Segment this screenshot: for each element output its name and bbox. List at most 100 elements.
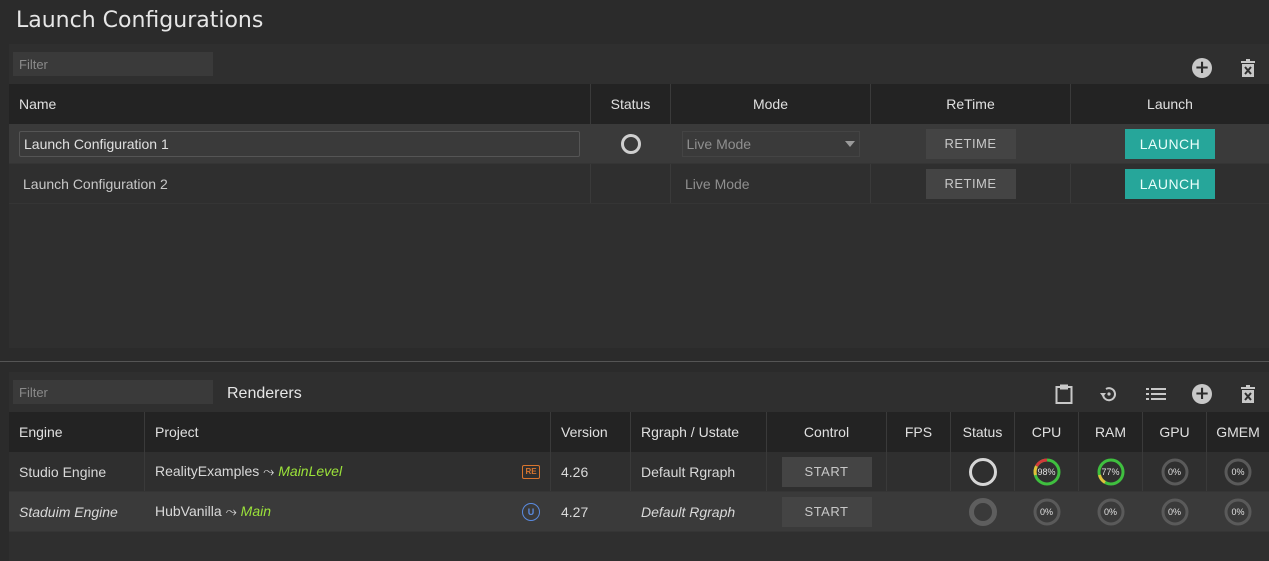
gpu-value: 0% [1167,466,1181,477]
launch-button[interactable]: LAUNCH [1125,168,1215,199]
gmem-value: 0% [1231,506,1245,517]
page-title: Launch Configurations [16,8,264,33]
gmem-cell: 0% [1207,452,1269,491]
project-cell: RealityExamples ⤳ MainLevel RE [145,452,551,491]
list-view-button[interactable] [1144,382,1168,406]
gmem-cell: 0% [1207,492,1269,531]
table-row[interactable]: Launch Configuration 2 Live Mode RETIME … [9,164,1269,204]
rgraph: Default Rgraph [631,492,767,531]
ram-value: 0% [1103,506,1117,517]
renderers-table-header: Engine Project Version Rgraph / Ustate C… [9,412,1269,452]
renderers-panel: Renderers + Engine Project [9,372,1269,561]
engine-name: Studio Engine [9,452,145,491]
column-header-status[interactable]: Status [591,84,671,124]
mode-dropdown-value: Live Mode [686,135,752,152]
column-header-cpu[interactable]: CPU [1015,412,1079,452]
gmem-gauge: 0% [1223,457,1253,487]
arrow-icon: ⤳ [225,503,237,519]
gpu-cell: 0% [1143,452,1207,491]
trash-icon [1241,385,1255,403]
mode-cell: Live Mode [671,124,871,163]
fps-value [887,492,951,531]
configuration-name-input[interactable] [19,130,580,157]
status-cell [591,124,671,163]
launch-cell: LAUNCH [1071,124,1269,163]
cpu-value: 0% [1039,506,1053,517]
ram-cell: 77% [1079,452,1143,491]
launch-cell: LAUNCH [1071,164,1269,203]
retime-cell: RETIME [871,164,1071,203]
project-name: RealityExamples ⤳ MainLevel [155,463,342,480]
column-header-control[interactable]: Control [767,412,887,452]
ram-value: 77% [1101,466,1120,477]
ram-cell: 0% [1079,492,1143,531]
mode-value: Live Mode [685,175,750,192]
column-header-rgraph[interactable]: Rgraph / Ustate [631,412,767,452]
column-header-fps[interactable]: FPS [887,412,951,452]
control-cell: START [767,452,887,491]
arrow-icon: ⤳ [263,463,275,479]
column-header-project[interactable]: Project [145,412,551,452]
column-header-gmem[interactable]: GMEM [1207,412,1269,452]
name-cell [9,124,591,163]
column-header-name[interactable]: Name [9,84,591,124]
ram-gauge: 0% [1096,497,1126,527]
add-configuration-button[interactable]: + [1190,56,1214,80]
launch-configurations-panel: + Name Status Mode ReTime Launch Live Mo… [9,44,1269,348]
column-header-retime[interactable]: ReTime [871,84,1071,124]
column-header-status[interactable]: Status [951,412,1015,452]
clipboard-button[interactable] [1052,382,1076,406]
configuration-name: Launch Configuration 2 [9,164,591,203]
retime-button[interactable]: RETIME [925,128,1016,159]
cpu-cell: 0% [1015,492,1079,531]
history-button[interactable] [1097,382,1121,406]
start-button[interactable]: START [781,456,872,487]
start-button[interactable]: START [781,496,872,527]
chevron-down-icon [844,140,855,147]
trash-icon [1241,59,1255,77]
reality-engine-icon: RE [522,464,540,479]
add-renderer-button[interactable]: + [1190,382,1214,406]
list-icon [1146,388,1166,400]
level-name: Main [240,503,272,519]
column-header-gpu[interactable]: GPU [1143,412,1207,452]
launch-filter-input[interactable] [13,52,213,76]
panel-divider[interactable] [0,361,1269,362]
column-header-ram[interactable]: RAM [1079,412,1143,452]
project-label: RealityExamples [155,463,260,479]
project-name: HubVanilla ⤳ Main [155,503,271,520]
retime-cell: RETIME [871,124,1071,163]
status-cell [591,164,671,203]
mode-dropdown[interactable]: Live Mode [681,130,860,157]
retime-button[interactable]: RETIME [925,168,1016,199]
rgraph: Default Rgraph [631,452,767,491]
status-indicator [620,133,641,154]
column-header-launch[interactable]: Launch [1071,84,1269,124]
delete-renderer-button[interactable] [1236,382,1260,406]
column-header-mode[interactable]: Mode [671,84,871,124]
table-row[interactable]: Staduim Engine HubVanilla ⤳ Main U 4.27 … [9,492,1269,532]
plus-icon: + [1192,58,1212,78]
table-row[interactable]: Live Mode RETIME LAUNCH [9,124,1269,164]
column-header-version[interactable]: Version [551,412,631,452]
delete-configuration-button[interactable] [1236,56,1260,80]
project-label: HubVanilla [155,503,222,519]
project-cell: HubVanilla ⤳ Main U [145,492,551,531]
status-indicator [968,457,997,486]
plus-icon: + [1192,384,1212,404]
launch-button[interactable]: LAUNCH [1125,128,1215,159]
cpu-value: 98% [1037,466,1056,477]
column-header-engine[interactable]: Engine [9,412,145,452]
mode-cell: Live Mode [671,164,871,203]
cpu-cell: 98% [1015,452,1079,491]
renderers-title: Renderers [227,385,302,402]
history-icon [1100,387,1116,402]
gpu-cell: 0% [1143,492,1207,531]
level-name: MainLevel [278,463,343,479]
gmem-value: 0% [1231,466,1245,477]
gpu-gauge: 0% [1160,457,1190,487]
status-cell [951,452,1015,491]
renderers-filter-input[interactable] [13,380,213,404]
table-row[interactable]: Studio Engine RealityExamples ⤳ MainLeve… [9,452,1269,492]
gpu-value: 0% [1167,506,1181,517]
